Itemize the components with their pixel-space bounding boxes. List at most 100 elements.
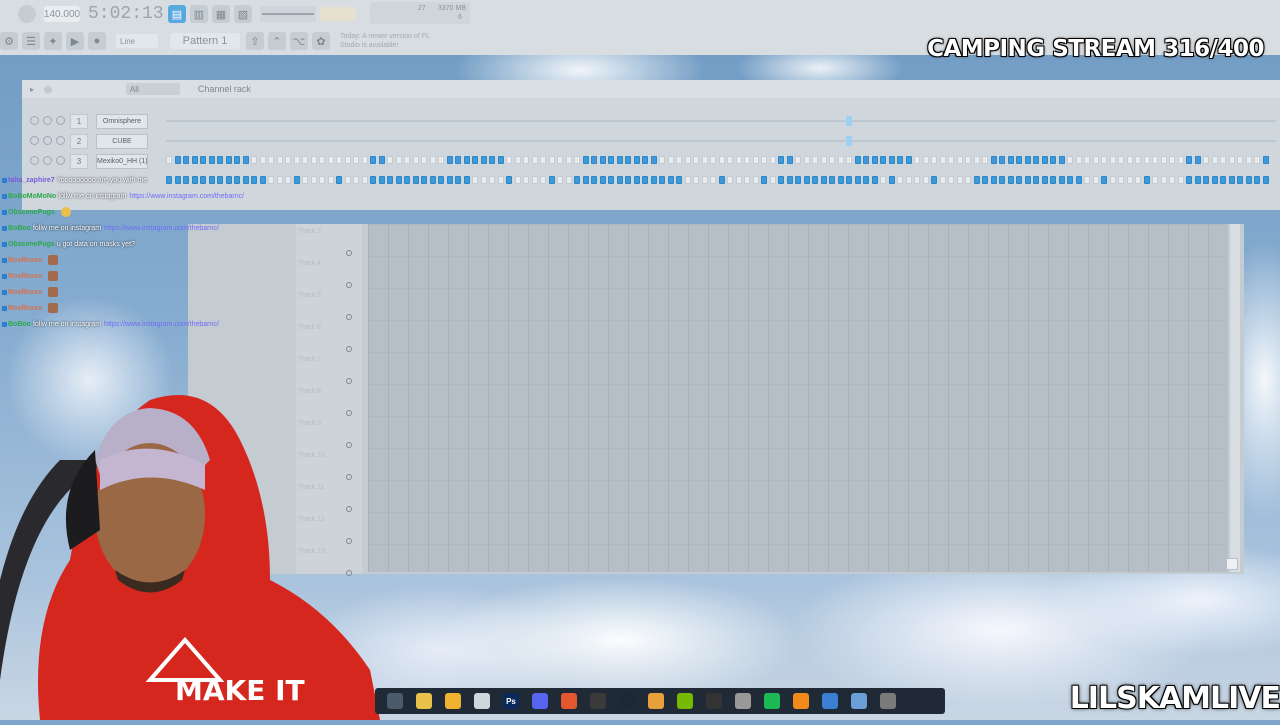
step-button[interactable] bbox=[965, 176, 971, 184]
chat-link[interactable]: https://www.instagram.com/thebarnc/ bbox=[104, 321, 219, 328]
step-button[interactable] bbox=[659, 176, 665, 184]
step-button[interactable] bbox=[642, 156, 648, 164]
step-button[interactable] bbox=[327, 156, 334, 164]
step-button[interactable] bbox=[1092, 156, 1099, 164]
step-button[interactable] bbox=[302, 156, 308, 164]
chat-username[interactable]: BoBoMoMoNo bbox=[8, 193, 56, 200]
chat-username[interactable]: BoBoo bbox=[8, 225, 31, 232]
step-button[interactable] bbox=[897, 156, 903, 164]
mic-icon[interactable]: ● bbox=[88, 32, 106, 50]
step-button[interactable] bbox=[310, 176, 317, 184]
step-button[interactable] bbox=[633, 176, 640, 184]
step-button[interactable] bbox=[565, 176, 572, 184]
step-button[interactable] bbox=[1262, 176, 1269, 184]
channel-rack-icon[interactable]: ▧ bbox=[234, 5, 252, 23]
chat-username[interactable]: RoxRoxxx bbox=[8, 273, 42, 280]
step-button[interactable] bbox=[1126, 176, 1133, 184]
step-button[interactable] bbox=[718, 156, 725, 164]
step-button[interactable] bbox=[438, 156, 444, 164]
playlist-icon[interactable]: ▤ bbox=[168, 5, 186, 23]
step-button[interactable] bbox=[897, 176, 903, 184]
channel-filter-select[interactable]: All bbox=[125, 83, 180, 95]
step-button[interactable] bbox=[727, 176, 733, 184]
step-button[interactable] bbox=[616, 176, 623, 184]
step-button[interactable] bbox=[1254, 156, 1260, 164]
step-button[interactable] bbox=[1186, 176, 1192, 184]
channel-row[interactable]: 2 CUBE bbox=[22, 132, 1280, 150]
step-button[interactable] bbox=[667, 156, 674, 164]
step-button[interactable] bbox=[1135, 176, 1141, 184]
step-button[interactable] bbox=[540, 176, 546, 184]
step-button[interactable] bbox=[982, 176, 988, 184]
step-button[interactable] bbox=[922, 156, 929, 164]
step-button[interactable] bbox=[999, 176, 1005, 184]
step-button[interactable] bbox=[421, 156, 427, 164]
step-button[interactable] bbox=[463, 156, 470, 164]
master-volume[interactable] bbox=[320, 7, 356, 21]
step-button[interactable] bbox=[1041, 156, 1048, 164]
step-button[interactable] bbox=[761, 156, 767, 164]
chat-username[interactable]: BoBoo bbox=[8, 321, 31, 328]
shift-button[interactable]: ⇧ bbox=[246, 32, 264, 50]
step-button[interactable] bbox=[1126, 156, 1133, 164]
step-button[interactable] bbox=[948, 156, 954, 164]
step-button[interactable] bbox=[1169, 176, 1175, 184]
step-button[interactable] bbox=[268, 156, 274, 164]
step-button[interactable] bbox=[327, 176, 334, 184]
step-button[interactable] bbox=[999, 156, 1005, 164]
step-button[interactable] bbox=[795, 176, 801, 184]
step-button[interactable] bbox=[293, 176, 300, 184]
step-button[interactable] bbox=[370, 156, 376, 164]
step-button[interactable] bbox=[183, 156, 189, 164]
step-button[interactable] bbox=[548, 156, 555, 164]
step-button[interactable] bbox=[404, 176, 410, 184]
step-button[interactable] bbox=[1101, 176, 1107, 184]
step-button[interactable] bbox=[1050, 156, 1056, 164]
step-button[interactable] bbox=[1101, 156, 1107, 164]
step-button[interactable] bbox=[455, 176, 461, 184]
step-button[interactable] bbox=[931, 176, 937, 184]
channel-pattern-preview[interactable] bbox=[166, 136, 1276, 146]
step-button[interactable] bbox=[361, 156, 368, 164]
step-button[interactable] bbox=[548, 176, 555, 184]
playlist-scrollbar[interactable] bbox=[1230, 224, 1240, 572]
time-display[interactable]: 5:02:13 bbox=[88, 4, 164, 24]
media-player-icon[interactable] bbox=[880, 693, 896, 709]
alt-button[interactable]: ⌥ bbox=[290, 32, 308, 50]
channel-number[interactable]: 2 bbox=[70, 134, 88, 149]
step-button[interactable] bbox=[412, 176, 419, 184]
channel-pattern-preview[interactable] bbox=[166, 116, 1276, 126]
step-button[interactable] bbox=[1016, 156, 1022, 164]
step-button[interactable] bbox=[914, 176, 920, 184]
step-button[interactable] bbox=[429, 156, 436, 164]
chat-username[interactable]: RoxRoxxx bbox=[8, 257, 42, 264]
step-button[interactable] bbox=[1007, 156, 1014, 164]
step-button[interactable] bbox=[574, 176, 580, 184]
step-button[interactable] bbox=[1016, 176, 1022, 184]
step-button[interactable] bbox=[846, 176, 852, 184]
step-button[interactable] bbox=[497, 176, 504, 184]
channel-row[interactable]: 1 Omnisphere bbox=[22, 112, 1280, 130]
step-button[interactable] bbox=[480, 176, 487, 184]
step-button[interactable] bbox=[489, 156, 495, 164]
winamp-icon[interactable] bbox=[648, 693, 664, 709]
steam-icon[interactable] bbox=[387, 693, 403, 709]
step-button[interactable] bbox=[880, 176, 886, 184]
step-button[interactable] bbox=[395, 156, 402, 164]
step-button[interactable] bbox=[684, 156, 691, 164]
step-button[interactable] bbox=[497, 156, 504, 164]
step-button[interactable] bbox=[1143, 156, 1150, 164]
step-button[interactable] bbox=[1109, 176, 1116, 184]
step-button[interactable] bbox=[710, 176, 716, 184]
rack-menu-icon[interactable]: ▸ bbox=[30, 85, 34, 94]
flstudio-icon[interactable] bbox=[793, 693, 809, 709]
step-button[interactable] bbox=[973, 176, 980, 184]
step-button[interactable] bbox=[956, 156, 963, 164]
step-button[interactable] bbox=[506, 156, 512, 164]
step-button[interactable] bbox=[531, 156, 538, 164]
step-button[interactable] bbox=[1228, 156, 1235, 164]
ctrl-button[interactable]: ⌃ bbox=[268, 32, 286, 50]
step-button[interactable] bbox=[829, 156, 835, 164]
step-button[interactable] bbox=[786, 176, 793, 184]
step-button[interactable] bbox=[565, 156, 572, 164]
